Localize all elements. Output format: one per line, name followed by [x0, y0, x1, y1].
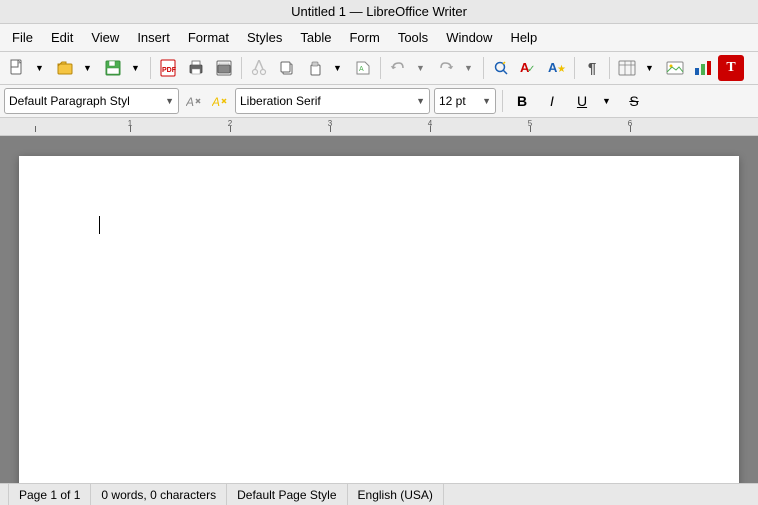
ruler-mark-1	[130, 126, 131, 132]
toolbar: ▼ ▼ ▼ PDF	[0, 52, 758, 85]
spellcheck-icon-2[interactable]: A	[209, 88, 231, 114]
underline-dropdown[interactable]: ▼	[599, 88, 617, 114]
save-button[interactable]	[100, 55, 126, 81]
font-size-text: 12 pt	[439, 94, 478, 108]
copy-button[interactable]	[274, 55, 300, 81]
status-page[interactable]: Page 1 of 1	[8, 484, 91, 505]
ruler-inner: 1 2 3 4 5 6	[30, 118, 758, 135]
undo-dropdown[interactable]: ▼	[413, 55, 431, 81]
find-button[interactable]	[488, 55, 514, 81]
separator-6	[609, 57, 610, 79]
undo-button[interactable]	[385, 55, 411, 81]
text-cursor	[99, 216, 100, 234]
underline-button[interactable]: U	[569, 88, 595, 114]
open-button[interactable]	[52, 55, 78, 81]
status-bar: Page 1 of 1 0 words, 0 characters Defaul…	[0, 483, 758, 505]
paragraph-style-arrow: ▼	[165, 96, 174, 106]
insert-textbox-button[interactable]: T	[718, 55, 744, 81]
print-button[interactable]	[183, 55, 209, 81]
font-size-select[interactable]: 12 pt ▼	[434, 88, 496, 114]
export-pdf-button[interactable]: PDF	[155, 55, 181, 81]
spell-check-button[interactable]: A ✓	[516, 55, 542, 81]
open-dropdown[interactable]: ▼	[80, 55, 98, 81]
strikethrough-button[interactable]: S	[621, 88, 647, 114]
svg-text:PDF: PDF	[162, 67, 177, 74]
ruler-mark-2	[230, 126, 231, 132]
status-words[interactable]: 0 words, 0 characters	[91, 484, 227, 505]
menu-styles[interactable]: Styles	[239, 26, 290, 49]
menu-edit[interactable]: Edit	[43, 26, 81, 49]
save-dropdown[interactable]: ▼	[128, 55, 146, 81]
italic-button[interactable]: I	[539, 88, 565, 114]
menu-window[interactable]: Window	[438, 26, 500, 49]
menu-view[interactable]: View	[83, 26, 127, 49]
page[interactable]	[19, 156, 739, 483]
svg-text:★: ★	[557, 64, 566, 75]
bold-button[interactable]: B	[509, 88, 535, 114]
new-button[interactable]	[4, 55, 30, 81]
menu-bar: File Edit View Insert Format Styles Tabl…	[0, 24, 758, 52]
format-toolbar: Default Paragraph Styl ▼ A A Liberation …	[0, 85, 758, 118]
status-page-style[interactable]: Default Page Style	[227, 484, 347, 505]
ruler: 1 2 3 4 5 6	[0, 118, 758, 136]
svg-text:A: A	[212, 95, 220, 109]
insert-chart-button[interactable]	[690, 55, 716, 81]
ruler-mark-3	[330, 126, 331, 132]
redo-dropdown[interactable]: ▼	[461, 55, 479, 81]
window-title: Untitled 1 — LibreOffice Writer	[291, 4, 467, 19]
status-language[interactable]: English (USA)	[348, 484, 444, 505]
menu-file[interactable]: File	[4, 26, 41, 49]
svg-text:A: A	[359, 66, 364, 73]
paragraph-style-select[interactable]: Default Paragraph Styl ▼	[4, 88, 179, 114]
ruler-mark	[35, 126, 36, 132]
redo-button[interactable]	[433, 55, 459, 81]
font-size-arrow: ▼	[482, 96, 491, 106]
new-dropdown[interactable]: ▼	[32, 55, 50, 81]
separator-1	[150, 57, 151, 79]
separator-4	[483, 57, 484, 79]
clone-format-button[interactable]: A	[350, 55, 376, 81]
insert-table-button[interactable]	[614, 55, 640, 81]
svg-text:✓: ✓	[527, 64, 535, 75]
font-select-arrow: ▼	[416, 96, 425, 106]
menu-insert[interactable]: Insert	[129, 26, 178, 49]
menu-tools[interactable]: Tools	[390, 26, 436, 49]
font-name-text: Liberation Serif	[240, 94, 412, 108]
svg-text:A: A	[186, 95, 194, 109]
ruler-mark-6	[630, 126, 631, 132]
insert-image-button[interactable]	[662, 55, 688, 81]
paste-button[interactable]	[302, 55, 328, 81]
title-bar: Untitled 1 — LibreOffice Writer	[0, 0, 758, 24]
print-preview-button[interactable]	[211, 55, 237, 81]
cut-button[interactable]	[246, 55, 272, 81]
menu-format[interactable]: Format	[180, 26, 237, 49]
ruler-mark-5	[530, 126, 531, 132]
nonprinting-chars-button[interactable]: ¶	[579, 55, 605, 81]
insert-table-dropdown[interactable]: ▼	[642, 55, 660, 81]
separator-2	[241, 57, 242, 79]
menu-form[interactable]: Form	[341, 26, 387, 49]
paste-dropdown[interactable]: ▼	[330, 55, 348, 81]
font-select[interactable]: Liberation Serif ▼	[235, 88, 430, 114]
menu-help[interactable]: Help	[502, 26, 545, 49]
menu-table[interactable]: Table	[292, 26, 339, 49]
autocorrect-button[interactable]: A ★	[544, 55, 570, 81]
format-sep-1	[502, 90, 503, 112]
document-area[interactable]	[0, 136, 758, 483]
separator-3	[380, 57, 381, 79]
spellcheck-icon-1[interactable]: A	[183, 88, 205, 114]
ruler-mark-4	[430, 126, 431, 132]
paragraph-style-text: Default Paragraph Styl	[9, 94, 161, 108]
separator-5	[574, 57, 575, 79]
